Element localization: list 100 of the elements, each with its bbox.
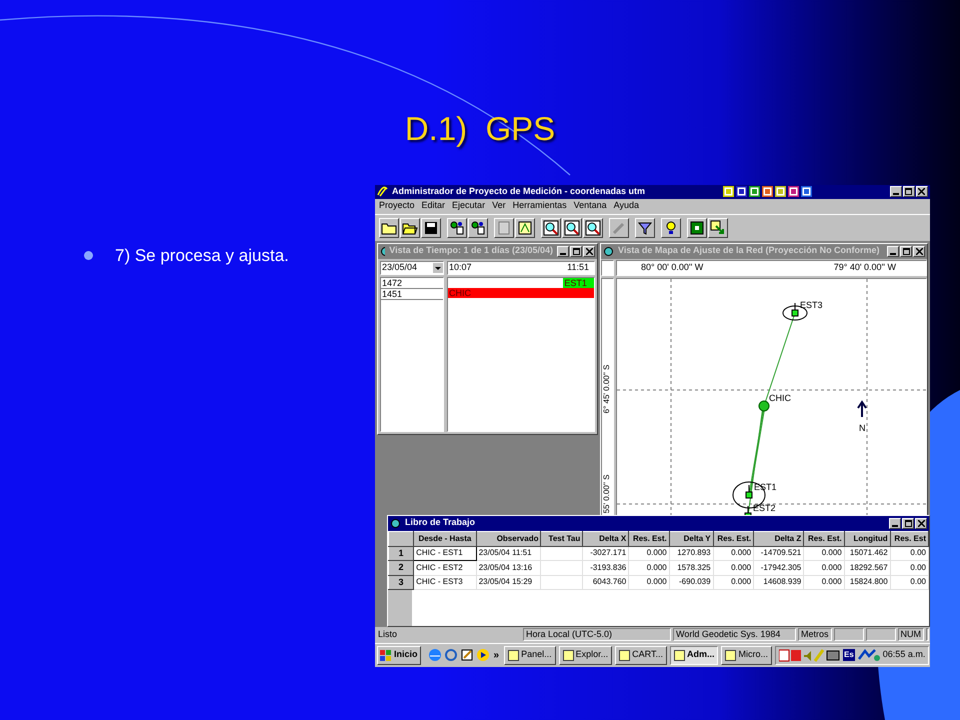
- toolbar-button[interactable]: [609, 218, 629, 238]
- status-text: World Geodetic Sys. 1984: [676, 628, 780, 641]
- maximize-button[interactable]: [570, 246, 582, 256]
- session-item[interactable]: 1472: [381, 278, 443, 288]
- shortcut-icon[interactable]: [801, 186, 812, 197]
- minimize-button[interactable]: [889, 518, 901, 528]
- toolbar-button[interactable]: [562, 218, 582, 238]
- maximize-button[interactable]: [902, 518, 914, 528]
- window-title: Libro de Trabajo: [405, 516, 476, 530]
- play-icon[interactable]: [476, 648, 490, 662]
- table-cell: -3027.171: [582, 546, 629, 560]
- row-header[interactable]: 3: [388, 575, 414, 590]
- column-header[interactable]: Res. Est.: [804, 531, 844, 546]
- column-header[interactable]: Delta X: [582, 531, 629, 546]
- date-dropdown[interactable]: 23/05/04: [380, 260, 444, 274]
- maximize-button[interactable]: [900, 246, 912, 256]
- column-header[interactable]: Delta Z: [754, 531, 804, 546]
- table-cell: 15071.462: [844, 546, 890, 560]
- language-indicator[interactable]: Es: [843, 649, 855, 661]
- menu-item[interactable]: Herramientas: [512, 199, 567, 213]
- program-icon: [674, 650, 685, 660]
- session-item[interactable]: 1451: [381, 288, 443, 300]
- taskbar-button[interactable]: Explor...: [558, 646, 612, 664]
- status-text: NUM: [900, 628, 922, 641]
- menu-item[interactable]: Editar: [422, 199, 446, 213]
- maximize-button[interactable]: [902, 186, 915, 197]
- nodes-icon: [470, 220, 486, 236]
- menu-item[interactable]: Ver: [492, 199, 506, 213]
- shortcut-icon[interactable]: [749, 186, 760, 197]
- table-cell: -14709.521: [754, 546, 804, 560]
- window-icon: [390, 518, 401, 528]
- menu-item[interactable]: Ventana: [574, 199, 607, 213]
- toolbar-button[interactable]: [515, 218, 535, 238]
- shortcut-icon[interactable]: [788, 186, 800, 197]
- magnifier-icon: [543, 220, 559, 236]
- menu-item[interactable]: Ejecutar: [452, 199, 486, 213]
- taskbar-button[interactable]: Micro...: [721, 646, 772, 664]
- minimize-button[interactable]: [890, 186, 902, 197]
- end-time: 11:51: [567, 260, 590, 274]
- program-icon: [508, 650, 520, 660]
- table-cell: 0.000: [713, 560, 754, 575]
- column-header[interactable]: Delta Y: [669, 531, 714, 546]
- menu-item[interactable]: Proyecto: [379, 199, 415, 213]
- toolbar-button[interactable]: [468, 218, 488, 238]
- status-text: Listo: [377, 628, 398, 641]
- row-header[interactable]: 1: [388, 546, 414, 560]
- toolbar-button[interactable]: [583, 218, 603, 238]
- start-button[interactable]: Inicio: [377, 646, 421, 664]
- maximize-icon: [572, 248, 580, 254]
- table-cell: 0.00: [890, 546, 928, 560]
- close-button[interactable]: [913, 246, 925, 256]
- close-button[interactable]: [916, 186, 928, 197]
- column-header[interactable]: Desde - Hasta: [414, 531, 476, 546]
- table-cell: [540, 560, 583, 575]
- column-header[interactable]: Res. Est.: [628, 531, 670, 546]
- toolbar-button[interactable]: [494, 218, 514, 238]
- more-button[interactable]: »: [492, 648, 502, 662]
- windows-flag-icon: [380, 650, 392, 660]
- column-header[interactable]: Res. Est: [890, 531, 928, 546]
- funnel-icon: [637, 220, 653, 236]
- date-value: 23/05/04: [382, 260, 418, 274]
- close-button[interactable]: [583, 246, 595, 256]
- toolbar-button[interactable]: [379, 218, 399, 238]
- taskbar-button[interactable]: Adm...: [670, 646, 718, 664]
- station-marker[interactable]: [746, 484, 752, 498]
- toolbar-button[interactable]: [661, 218, 681, 238]
- longitude-label: 80° 00' 0.00'' W: [641, 260, 704, 274]
- toolbar-button[interactable]: [635, 218, 655, 238]
- pencil-icon[interactable]: [460, 648, 474, 662]
- close-button[interactable]: [915, 518, 927, 528]
- globe-icon[interactable]: [428, 648, 442, 662]
- toolbar-button[interactable]: [541, 218, 561, 238]
- row-header[interactable]: 2: [388, 560, 414, 575]
- column-header[interactable]: Longitud: [844, 531, 890, 546]
- column-header[interactable]: Res. Est.: [713, 531, 754, 546]
- minimize-button[interactable]: [557, 246, 569, 256]
- longitude-label: 79° 40' 0.00'' W: [834, 260, 896, 274]
- column-header[interactable]: Test Tau: [540, 531, 583, 546]
- shortcut-icon[interactable]: [736, 186, 748, 197]
- taskbar-button[interactable]: Panel...: [504, 646, 556, 664]
- program-icon: [562, 650, 574, 660]
- shortcut-icon[interactable]: [762, 186, 774, 197]
- status-text: Metros: [801, 628, 829, 641]
- toolbar-button[interactable]: [447, 218, 467, 238]
- base-station-icon[interactable]: [758, 400, 770, 411]
- minimize-button[interactable]: [887, 246, 899, 256]
- north-label: N: [859, 422, 866, 432]
- minimize-icon: [890, 252, 896, 256]
- toolbar-button[interactable]: [687, 218, 707, 238]
- toolbar-button[interactable]: [400, 218, 420, 238]
- toolbar-button[interactable]: [421, 218, 441, 238]
- toolbar-button[interactable]: [708, 218, 728, 238]
- app-title: Administrador de Proyecto de Medición - coordenadas utm: [392, 184, 646, 198]
- column-header[interactable]: Observado: [476, 531, 541, 546]
- taskbar-button[interactable]: CART...: [615, 646, 667, 664]
- session-bar: CHIC: [448, 288, 594, 298]
- shortcut-icon[interactable]: [775, 186, 786, 197]
- station-marker[interactable]: [792, 302, 798, 316]
- menu-item[interactable]: Ayuda: [614, 199, 640, 213]
- close-icon: [918, 188, 926, 195]
